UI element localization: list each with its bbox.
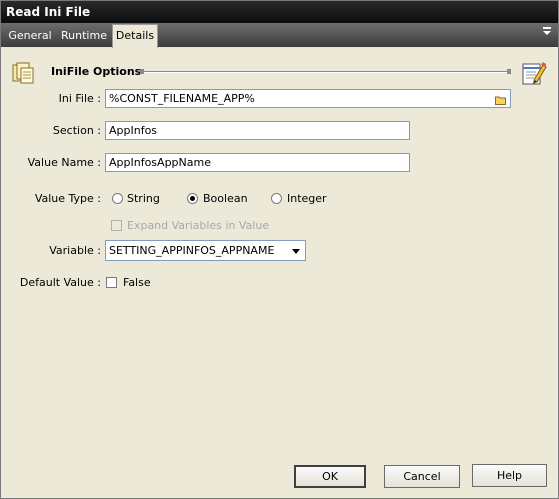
radio-string-label: String (127, 192, 160, 205)
ini-file-value: %CONST_FILENAME_APP% (109, 92, 255, 105)
ok-button[interactable]: OK (294, 465, 366, 488)
section-input[interactable]: AppInfos (105, 121, 410, 140)
chevron-down-icon[interactable] (292, 249, 300, 254)
help-button[interactable]: Help (472, 464, 547, 487)
folder-icon[interactable] (495, 93, 506, 105)
title-bar: Read Ini File (1, 1, 558, 23)
value-type-label: Value Type : (34, 192, 101, 205)
ini-file-icon (11, 61, 37, 85)
variable-select[interactable]: SETTING_APPINFOS_APPNAME (105, 240, 306, 261)
cancel-button[interactable]: Cancel (384, 465, 460, 488)
tab-general[interactable]: General (5, 25, 55, 47)
tab-details[interactable]: Details (112, 24, 158, 48)
radio-integer-label: Integer (287, 192, 327, 205)
section-label: Section : (52, 124, 101, 137)
radio-string[interactable] (112, 193, 123, 204)
tab-menu-icon[interactable] (542, 26, 552, 39)
radio-boolean[interactable] (187, 193, 198, 204)
expand-variables-label: Expand Variables in Value (127, 219, 270, 232)
variable-value: SETTING_APPINFOS_APPNAME (109, 244, 275, 257)
section-divider (140, 69, 511, 74)
radio-boolean-label: Boolean (203, 192, 248, 205)
ini-file-input[interactable]: %CONST_FILENAME_APP% (105, 89, 511, 108)
notepad-edit-icon[interactable] (521, 59, 547, 87)
variable-label: Variable : (49, 244, 101, 257)
expand-variables-checkbox[interactable] (111, 220, 122, 231)
ini-file-label: Ini File : (58, 92, 101, 105)
radio-integer[interactable] (271, 193, 282, 204)
default-value-checkbox[interactable] (106, 277, 117, 288)
default-value-label: Default Value : (19, 276, 101, 289)
tab-bar: General Runtime Details (1, 23, 558, 48)
value-name-input[interactable]: AppInfosAppName (105, 153, 410, 172)
value-name-label: Value Name : (27, 156, 101, 169)
tab-runtime[interactable]: Runtime (59, 25, 109, 47)
default-value-checkbox-label: False (123, 276, 151, 289)
read-ini-file-dialog: Read Ini File General Runtime Details In… (0, 0, 559, 499)
window-title: Read Ini File (6, 5, 91, 19)
section-title: IniFile Options (51, 65, 142, 78)
